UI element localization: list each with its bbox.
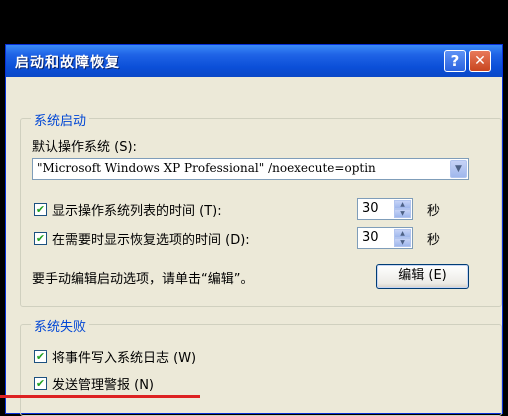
spin-up-icon[interactable]: ▲ — [394, 229, 411, 238]
seconds-unit-2: 秒 — [427, 233, 441, 248]
show-recovery-checkbox[interactable]: ✔ — [34, 232, 47, 245]
window-title: 启动和故障恢复 — [15, 55, 120, 71]
spin-down-icon[interactable]: ▼ — [394, 238, 411, 247]
system-failure-group: 系统失败 — [20, 316, 502, 416]
edit-hint: 要手动编辑启动选项，请单击“编辑”。 — [32, 272, 254, 287]
default-os-select[interactable]: "Microsoft Windows XP Professional" /noe… — [32, 158, 469, 180]
chevron-down-icon[interactable]: ▼ — [450, 160, 467, 178]
highlight-marker — [0, 395, 200, 398]
system-failure-legend: 系统失败 — [31, 316, 90, 335]
write-log-checkbox[interactable]: ✔ — [34, 350, 47, 363]
write-log-label: 将事件写入系统日志 (W) — [52, 351, 197, 366]
show-list-label: 显示操作系统列表的时间 (T): — [52, 204, 222, 219]
title-bar[interactable]: 启动和故障恢复 ? ✕ — [6, 45, 502, 77]
close-button[interactable]: ✕ — [469, 50, 491, 72]
show-list-checkbox[interactable]: ✔ — [34, 203, 47, 216]
show-list-spinner[interactable]: 30 ▲ ▼ — [357, 198, 413, 220]
show-recovery-label: 在需要时显示恢复选项的时间 (D): — [52, 233, 250, 248]
default-os-label: 默认操作系统 (S): — [32, 140, 137, 155]
send-alert-checkbox[interactable]: ✔ — [34, 377, 47, 390]
default-os-value: "Microsoft Windows XP Professional" /noe… — [37, 161, 376, 175]
show-recovery-value: 30 — [362, 230, 379, 245]
system-startup-legend: 系统启动 — [31, 110, 90, 129]
edit-button[interactable]: 编辑 (E) — [376, 264, 469, 289]
spin-down-icon[interactable]: ▼ — [394, 209, 411, 218]
show-recovery-spinner[interactable]: 30 ▲ ▼ — [357, 227, 413, 249]
send-alert-label: 发送管理警报 (N) — [52, 378, 155, 393]
help-button[interactable]: ? — [444, 50, 466, 72]
seconds-unit-1: 秒 — [427, 204, 441, 219]
spin-up-icon[interactable]: ▲ — [394, 200, 411, 209]
show-list-value: 30 — [362, 201, 379, 216]
